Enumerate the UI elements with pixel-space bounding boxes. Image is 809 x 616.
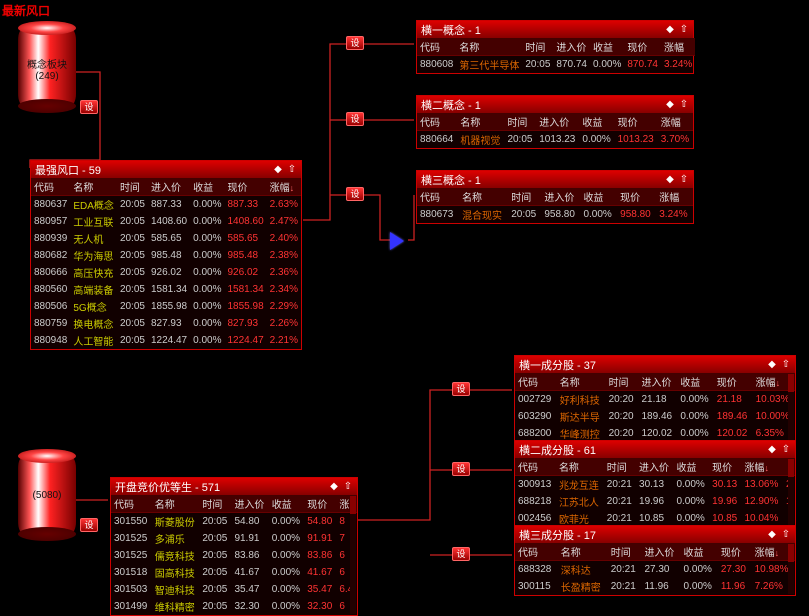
table-row[interactable]: 301499维科精密20:0532.300.00%32.306 <box>111 598 357 615</box>
table-row[interactable]: 880939无人机20:05585.650.00%585.652.40% <box>31 230 301 247</box>
panel-h3: 横三概念 - 1 ◆⇧ 代码名称 时间进入价 收益现价 涨幅 880673混合现… <box>416 170 694 224</box>
panel-header[interactable]: 横一概念 - 1 ◆⇧ <box>417 21 693 38</box>
scrollbar[interactable] <box>788 374 794 441</box>
page-title: 最新风口 <box>2 2 50 19</box>
panel-h2: 横二概念 - 1 ◆⇧ 代码名称 时间进入价 收益现价 涨幅 880664机器视… <box>416 95 694 149</box>
table-row[interactable]: 880637EDA概念20:05887.330.00%887.332.63% <box>31 196 301 214</box>
pin-icon[interactable]: ⇧ <box>781 530 791 540</box>
panel-h1: 横一概念 - 1 ◆⇧ 代码名称 时间进入价 收益现价 涨幅 880608第三代… <box>416 20 694 74</box>
pin-icon[interactable]: ⇧ <box>287 165 297 175</box>
diamond-icon[interactable]: ◆ <box>767 445 777 455</box>
table-row[interactable]: 301518固高科技20:0541.670.00%41.676 <box>111 564 357 581</box>
panel-header[interactable]: 开盘竞价优等生 - 571 ◆⇧ <box>111 478 357 495</box>
table-row[interactable]: 880666高压快充20:05926.020.00%926.022.36% <box>31 264 301 281</box>
diamond-icon[interactable]: ◆ <box>329 482 339 492</box>
diamond-icon[interactable]: ◆ <box>273 165 283 175</box>
scrollbar[interactable] <box>788 459 794 526</box>
panel-header[interactable]: 横三概念 - 1 ◆⇧ <box>417 171 693 188</box>
diamond-icon[interactable]: ◆ <box>767 360 777 370</box>
diamond-icon[interactable]: ◆ <box>767 530 777 540</box>
table-row[interactable]: 880560高端装备20:051581.340.00%1581.342.34% <box>31 281 301 298</box>
node-stock-pool: (5080) <box>18 456 76 546</box>
pin-icon[interactable]: ⇧ <box>343 482 353 492</box>
panel-c3: 横三成分股 - 17 ◆⇧ 代码名称 时间进入价 收益现价 涨幅↓ 688328… <box>514 525 796 596</box>
panel-strongest: 最强风口 - 59 ◆ ⇧ 代码名称 时间进入价 收益现价 涨幅↓ 880637… <box>30 160 302 350</box>
table-row[interactable]: 301525多浦乐20:0591.910.00%91.917 <box>111 530 357 547</box>
table-row[interactable]: 688218江苏北人20:2119.960.00%19.9612.90%1 <box>515 493 795 510</box>
pin-icon[interactable]: ⇧ <box>781 445 791 455</box>
node-concept-sector: 概念板块(249) <box>18 28 76 118</box>
panel-header[interactable]: 横一成分股 - 37 ◆⇧ <box>515 356 795 373</box>
table-row[interactable]: 688328深科达20:2127.300.00%27.3010.98% <box>515 561 795 579</box>
set-button-h3[interactable]: 设 <box>346 187 364 201</box>
pin-icon[interactable]: ⇧ <box>679 25 689 35</box>
panel-header[interactable]: 横三成分股 - 17 ◆⇧ <box>515 526 795 543</box>
set-button-c2[interactable]: 设 <box>452 462 470 476</box>
table-row[interactable]: 880608第三代半导体20:05870.740.00%870.743.24% <box>417 56 695 74</box>
table-row[interactable]: 880664机器视觉20:051013.230.00%1013.233.70% <box>417 131 693 149</box>
table-row[interactable]: 603290斯达半导20:20189.460.00%189.4610.00% <box>515 408 795 425</box>
cylinder1-label: 概念板块(249) <box>18 56 76 82</box>
table-row[interactable]: 301503智迪科技20:0535.470.00%35.476.4 <box>111 581 357 598</box>
panel-header[interactable]: 横二成分股 - 61 ◆⇧ <box>515 441 795 458</box>
table-row[interactable]: 880682华为海思20:05985.480.00%985.482.38% <box>31 247 301 264</box>
table-row[interactable]: 880957工业互联20:051408.600.00%1408.602.47% <box>31 213 301 230</box>
table-row[interactable]: 301550斯菱股份20:0554.800.00%54.808 <box>111 513 357 531</box>
table-row[interactable]: 300115长盈精密20:2111.960.00%11.967.26% <box>515 578 795 595</box>
diamond-icon[interactable]: ◆ <box>665 175 675 185</box>
set-button-h2[interactable]: 设 <box>346 112 364 126</box>
data-table: 代码名称 时间进入价 收益现价 涨幅↓ 880637EDA概念20:05887.… <box>31 178 301 349</box>
panel-header[interactable]: 横二概念 - 1 ◆⇧ <box>417 96 693 113</box>
pin-icon[interactable]: ⇧ <box>679 175 689 185</box>
panel-c1: 横一成分股 - 37 ◆⇧ 代码名称 时间进入价 收益现价 涨幅↓ 002729… <box>514 355 796 443</box>
panel-open: 开盘竞价优等生 - 571 ◆⇧ 代码名称 时间进入价 收益现价 涨 30155… <box>110 477 358 616</box>
table-row[interactable]: 880673混合现实20:05958.800.00%958.803.24% <box>417 206 693 224</box>
panel-c2: 横二成分股 - 61 ◆⇧ 代码名称 时间进入价 收益现价 涨幅↓ 300913… <box>514 440 796 528</box>
table-row[interactable]: 880948人工智能20:051224.470.00%1224.472.21% <box>31 332 301 349</box>
set-button-cyl1[interactable]: 设 <box>80 100 98 114</box>
table-row[interactable]: 880759换电概念20:05827.930.00%827.932.26% <box>31 315 301 332</box>
play-button[interactable] <box>390 232 404 250</box>
set-button-h1[interactable]: 设 <box>346 36 364 50</box>
pin-icon[interactable]: ⇧ <box>781 360 791 370</box>
table-row[interactable]: 300913兆龙互连20:2130.130.00%30.1313.06%2 <box>515 476 795 494</box>
diamond-icon[interactable]: ◆ <box>665 100 675 110</box>
set-button-c1[interactable]: 设 <box>452 382 470 396</box>
scrollbar[interactable] <box>788 544 794 594</box>
cylinder2-label: (5080) <box>18 490 76 501</box>
pin-icon[interactable]: ⇧ <box>679 100 689 110</box>
table-row[interactable]: 002729好利科技20:2021.180.00%21.1810.03% <box>515 391 795 409</box>
scrollbar[interactable] <box>350 496 356 614</box>
set-button-c3[interactable]: 设 <box>452 547 470 561</box>
table-row[interactable]: 8805065G概念20:051855.980.00%1855.982.29% <box>31 298 301 315</box>
diamond-icon[interactable]: ◆ <box>665 25 675 35</box>
panel-header[interactable]: 最强风口 - 59 ◆ ⇧ <box>31 161 301 178</box>
table-row[interactable]: 301525儒竞科技20:0583.860.00%83.866 <box>111 547 357 564</box>
set-button-cyl2[interactable]: 设 <box>80 518 98 532</box>
